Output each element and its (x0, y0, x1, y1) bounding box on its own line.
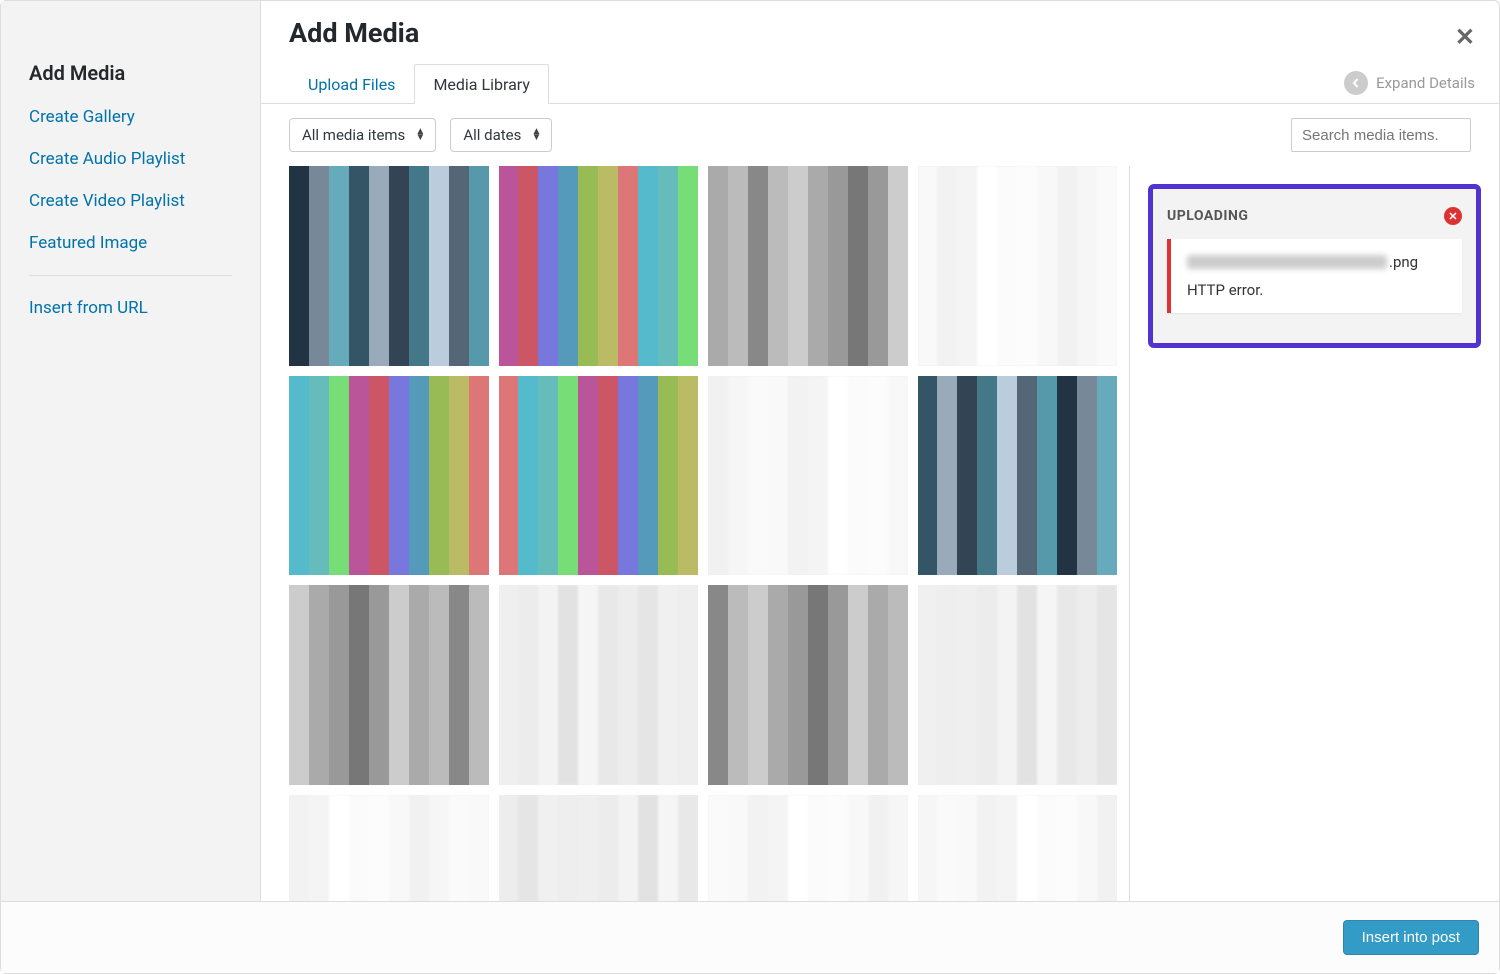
sidebar-item-create-audio-playlist[interactable]: Create Audio Playlist (29, 149, 232, 169)
insert-into-post-button[interactable]: Insert into post (1343, 920, 1479, 955)
tab-upload-files[interactable]: Upload Files (289, 64, 414, 104)
dismiss-error-icon[interactable]: ✕ (1444, 207, 1462, 225)
upload-heading: UPLOADING (1167, 208, 1248, 224)
toolbar: All media items ▲▼ All dates ▲▼ (261, 104, 1499, 166)
chevron-left-icon (1344, 71, 1368, 95)
sidebar-item-create-gallery[interactable]: Create Gallery (29, 107, 232, 127)
media-thumbnail[interactable] (708, 166, 908, 366)
filter-type-select[interactable]: All media items ▲▼ (289, 118, 436, 152)
media-thumbnail[interactable] (499, 376, 699, 576)
modal-title: Add Media (289, 17, 1471, 49)
sidebar-divider (29, 275, 232, 276)
media-thumbnail[interactable] (708, 795, 908, 902)
select-updown-icon: ▲▼ (415, 129, 425, 141)
sidebar-heading: Add Media (29, 61, 232, 85)
filename-redacted (1187, 255, 1387, 269)
sidebar-item-insert-from-url[interactable]: Insert from URL (29, 298, 232, 318)
close-icon[interactable]: ✕ (1455, 23, 1475, 51)
media-thumbnail[interactable] (499, 795, 699, 902)
upload-filename: .png (1187, 253, 1446, 271)
tab-media-library[interactable]: Media Library (414, 64, 548, 104)
content-area: Add Media ✕ Expand Details Upload Files … (261, 1, 1499, 901)
expand-details-label: Expand Details (1376, 74, 1475, 92)
media-thumbnail[interactable] (289, 795, 489, 902)
expand-details-button[interactable]: Expand Details (1344, 71, 1475, 95)
media-thumbnail[interactable] (499, 166, 699, 366)
upload-error-box: UPLOADING ✕ .png HTTP error. (1148, 184, 1481, 348)
media-thumbnail[interactable] (708, 585, 908, 785)
media-thumbnail[interactable] (918, 585, 1118, 785)
media-thumbnail[interactable] (499, 585, 699, 785)
media-thumbnail[interactable] (289, 585, 489, 785)
tabs: Upload Files Media Library (261, 63, 1499, 104)
attachment-details-panel: UPLOADING ✕ .png HTTP error. (1129, 166, 1499, 901)
media-thumbnail[interactable] (918, 166, 1118, 366)
media-thumbnail[interactable] (708, 376, 908, 576)
media-thumbnail[interactable] (289, 376, 489, 576)
modal-footer: Insert into post (1, 901, 1499, 973)
upload-error-message: HTTP error. (1187, 281, 1446, 299)
upload-error-item: .png HTTP error. (1167, 239, 1462, 313)
media-sidebar: Add Media Create Gallery Create Audio Pl… (1, 1, 261, 901)
media-thumbnail[interactable] (918, 795, 1118, 902)
filter-date-value: All dates (463, 126, 521, 144)
search-input[interactable] (1291, 118, 1471, 152)
sidebar-item-featured-image[interactable]: Featured Image (29, 233, 232, 253)
filter-date-select[interactable]: All dates ▲▼ (450, 118, 552, 152)
media-thumbnail[interactable] (918, 376, 1118, 576)
sidebar-item-create-video-playlist[interactable]: Create Video Playlist (29, 191, 232, 211)
media-grid (289, 166, 1129, 901)
media-thumbnail[interactable] (289, 166, 489, 366)
select-updown-icon: ▲▼ (531, 129, 541, 141)
filter-type-value: All media items (302, 126, 405, 144)
